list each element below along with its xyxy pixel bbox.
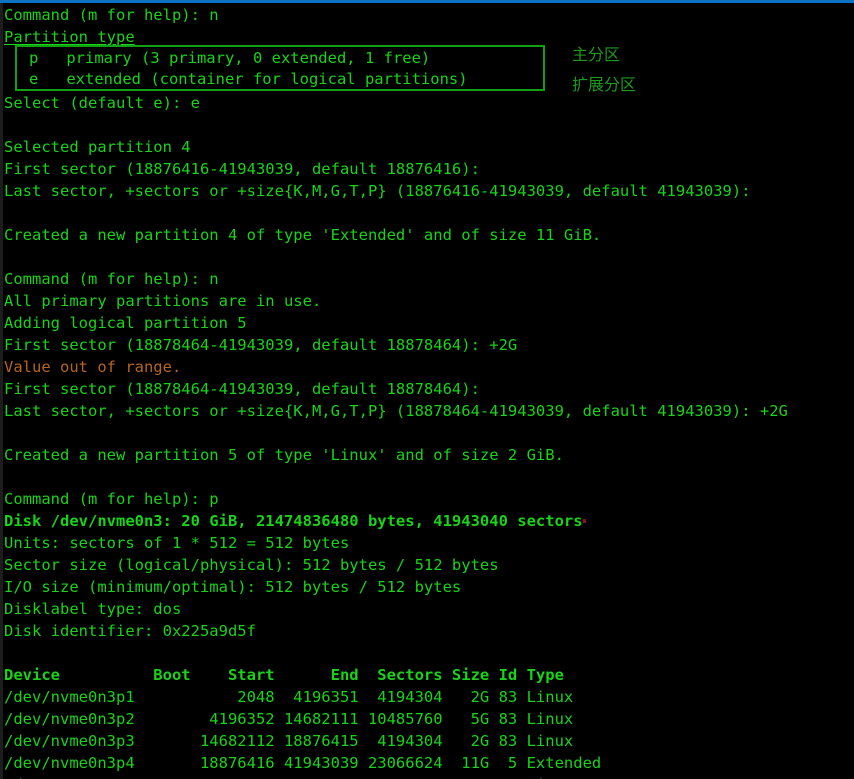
first-sector-prompt-1: First sector (18876416-41943039, default… [4, 160, 480, 178]
window-top-accent-rule [0, 0, 854, 3]
prompt-line-new-partition-2: Command (m for help): n [4, 270, 219, 288]
created-partition-4-message: Created a new partition 4 of type 'Exten… [4, 226, 602, 244]
first-sector-prompt-2: First sector (18878464-41943039, default… [4, 336, 518, 354]
value-out-of-range-error: Value out of range. [4, 358, 182, 376]
table-row: /dev/nvme0n3p1 2048 4196351 4194304 2G 8… [4, 688, 574, 706]
annotation-extended-partition-cn: 扩展分区 [572, 75, 637, 94]
terminal-output[interactable]: Command (m for help): n Partition type S… [4, 4, 854, 779]
sector-size-line: Sector size (logical/physical): 512 byte… [4, 556, 499, 574]
io-size-line: I/O size (minimum/optimal): 512 bytes / … [4, 578, 462, 596]
window-left-gutter [0, 3, 3, 779]
units-line: Units: sectors of 1 * 512 = 512 bytes [4, 534, 350, 552]
created-partition-5-message: Created a new partition 5 of type 'Linux… [4, 446, 564, 464]
table-row: /dev/nvme0n3p4 18876416 41943039 2306662… [4, 754, 602, 772]
screen-artifact-speck [583, 519, 586, 523]
menu-item-primary[interactable]: p primary (3 primary, 0 extended, 1 free… [17, 47, 543, 68]
partition-type-menu-box[interactable]: p primary (3 primary, 0 extended, 1 free… [15, 45, 545, 91]
table-row: /dev/nvme0n3p2 4196352 14682111 10485760… [4, 710, 574, 728]
adding-logical-partition-5: Adding logical partition 5 [4, 314, 247, 332]
prompt-line-new-partition-1: Command (m for help): n [4, 6, 219, 24]
menu-item-extended[interactable]: e extended (container for logical partit… [17, 68, 543, 89]
selected-partition-line: Selected partition 4 [4, 138, 191, 156]
all-primary-in-use-message: All primary partitions are in use. [4, 292, 322, 310]
disklabel-type-line: Disklabel type: dos [4, 600, 182, 618]
terminal-window[interactable]: Command (m for help): n Partition type S… [0, 0, 854, 779]
annotation-primary-partition-cn: 主分区 [572, 45, 621, 64]
disk-identifier-line: Disk identifier: 0x225a9d5f [4, 622, 256, 640]
disk-summary-line: Disk /dev/nvme0n3: 20 GiB, 21474836480 b… [4, 512, 583, 530]
partition-table-header: Device Boot Start End Sectors Size Id Ty… [4, 666, 564, 684]
table-row: /dev/nvme0n3p5 18878464 23072767 4194304… [4, 774, 854, 779]
select-partition-type-prompt: Select (default e): e [4, 94, 200, 112]
first-sector-prompt-3: First sector (18878464-41943039, default… [4, 380, 480, 398]
prompt-line-print-table: Command (m for help): p [4, 490, 219, 508]
last-sector-prompt-1: Last sector, +sectors or +size{K,M,G,T,P… [4, 182, 751, 200]
last-sector-prompt-2: Last sector, +sectors or +size{K,M,G,T,P… [4, 402, 788, 420]
table-row: /dev/nvme0n3p3 14682112 18876415 4194304… [4, 732, 574, 750]
